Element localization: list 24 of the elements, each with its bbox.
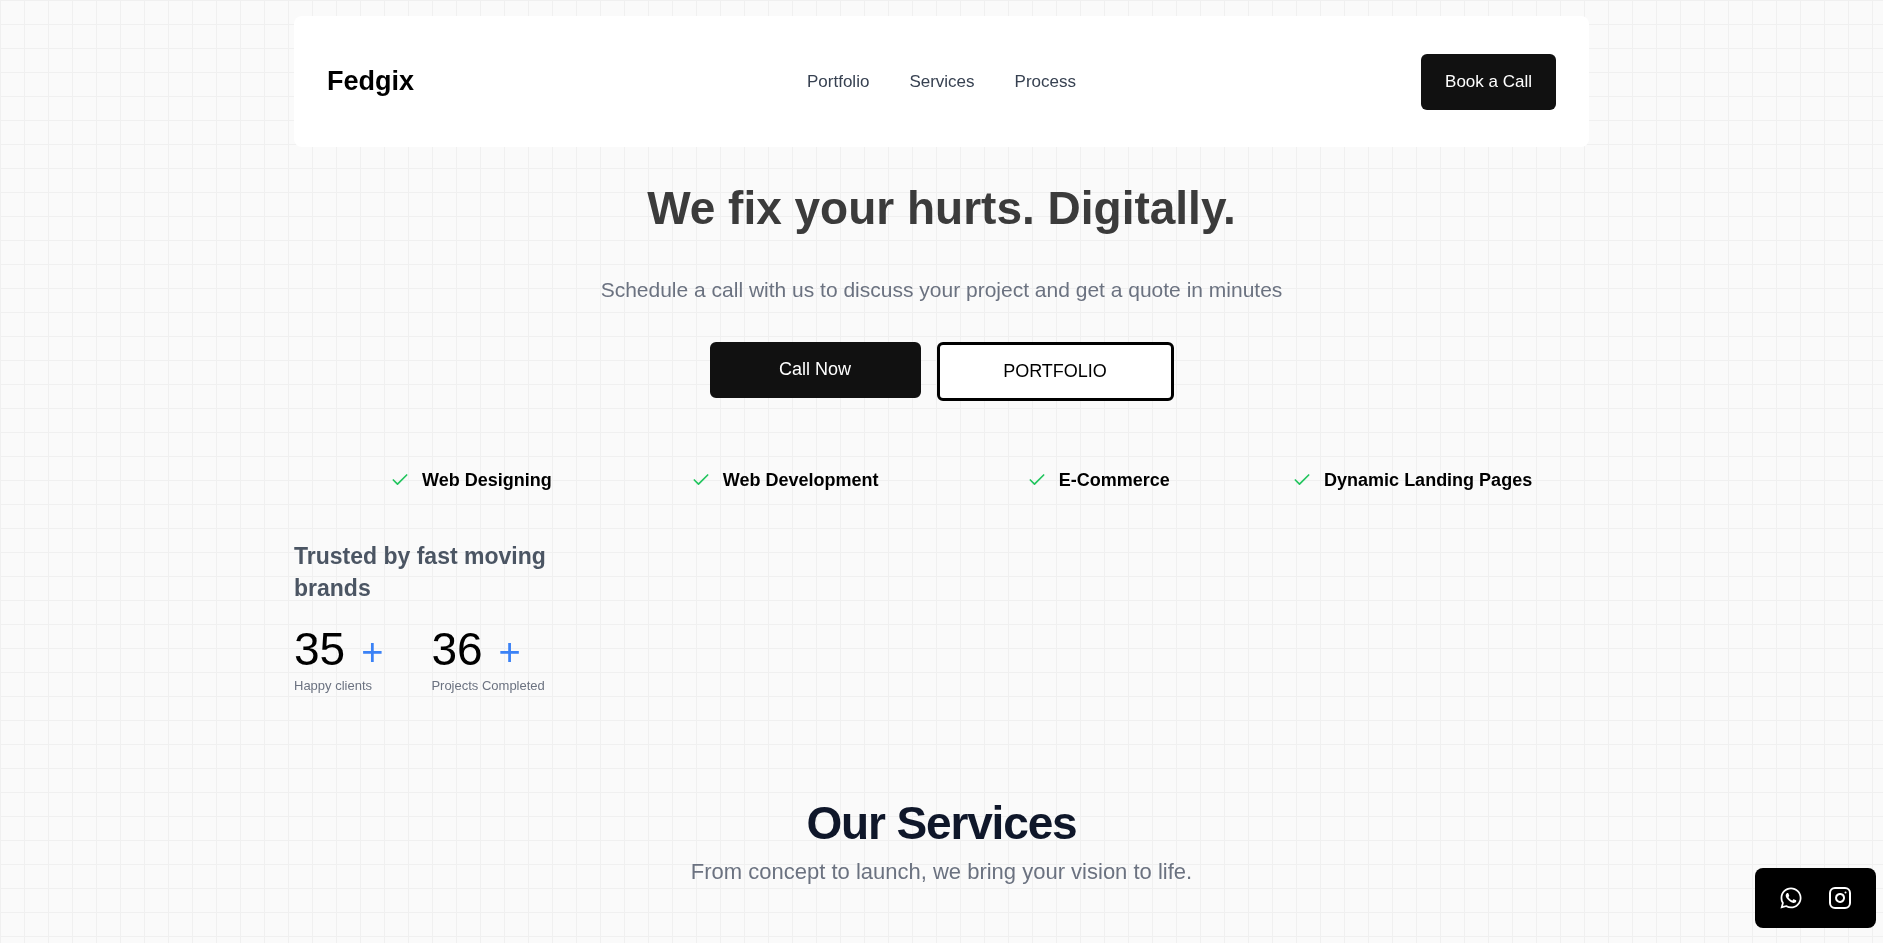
stat-value: 36 xyxy=(431,625,483,672)
nav-link[interactable]: Services xyxy=(909,68,975,95)
nav-link[interactable]: Portfolio xyxy=(807,68,870,95)
whatsapp-icon[interactable] xyxy=(1779,886,1804,910)
hero-title: We fix your hurts. Digitally. xyxy=(647,181,1236,236)
call-now-button[interactable]: Call Now xyxy=(709,341,921,398)
services-title: Our Services xyxy=(806,796,1077,851)
plus-sign: + xyxy=(361,632,384,671)
stat-label: Happy clients xyxy=(294,676,374,695)
stat-label: Projects Completed xyxy=(431,676,545,695)
plus-sign: + xyxy=(498,632,521,671)
services-subtitle: From concept to launch, we bring your vision to life. xyxy=(690,858,1193,886)
trust-heading: Trusted by fast moving brands xyxy=(294,541,547,603)
logo[interactable]: Fedgix xyxy=(327,61,567,102)
stat-value: 35 xyxy=(294,625,346,672)
feature-label: Web Designing xyxy=(422,468,552,492)
book-call-button[interactable]: Book a Call xyxy=(1421,53,1556,110)
portfolio-button[interactable]: PORTFOLIO xyxy=(936,341,1174,401)
hero-subtitle: Schedule a call with us to discuss your project and get a quote in minutes xyxy=(600,277,1283,303)
instagram-icon[interactable] xyxy=(1827,886,1852,910)
feature-label: Web Development xyxy=(722,468,879,492)
nav-link[interactable]: Process xyxy=(1014,68,1076,95)
feature-label: E-Commerce xyxy=(1058,468,1170,492)
feature-label: Dynamic Landing Pages xyxy=(1324,468,1533,492)
